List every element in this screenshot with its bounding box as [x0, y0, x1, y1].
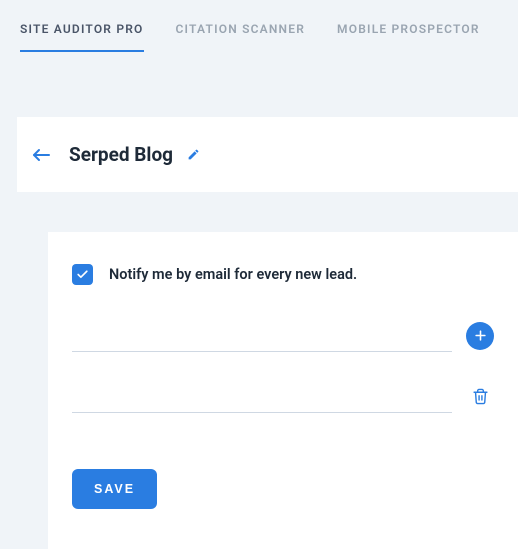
- tab-site-auditor-pro[interactable]: SITE AUDITOR PRO: [20, 22, 144, 52]
- notify-checkbox[interactable]: [72, 264, 93, 285]
- page-title: Serped Blog: [69, 143, 200, 166]
- email-input-2[interactable]: [72, 380, 452, 413]
- email-input-row-1: [72, 319, 494, 352]
- notify-label: Notify me by email for every new lead.: [109, 266, 357, 283]
- save-button[interactable]: SAVE: [72, 469, 157, 509]
- page-title-text: Serped Blog: [69, 143, 173, 166]
- tab-mobile-prospector[interactable]: MOBILE PROSPECTOR: [337, 22, 480, 52]
- email-input-row-2: [72, 380, 494, 413]
- notify-row: Notify me by email for every new lead.: [72, 264, 494, 285]
- back-arrow-icon[interactable]: [31, 145, 51, 165]
- settings-panel: Notify me by email for every new lead. S…: [48, 232, 518, 549]
- trash-icon[interactable]: [466, 383, 494, 411]
- page-header: Serped Blog: [17, 117, 518, 192]
- tab-citation-scanner[interactable]: CITATION SCANNER: [176, 22, 306, 52]
- add-icon[interactable]: [466, 322, 494, 350]
- edit-icon[interactable]: [187, 148, 200, 161]
- tabs-bar: SITE AUDITOR PRO CITATION SCANNER MOBILE…: [0, 0, 518, 52]
- email-input-1[interactable]: [72, 319, 452, 352]
